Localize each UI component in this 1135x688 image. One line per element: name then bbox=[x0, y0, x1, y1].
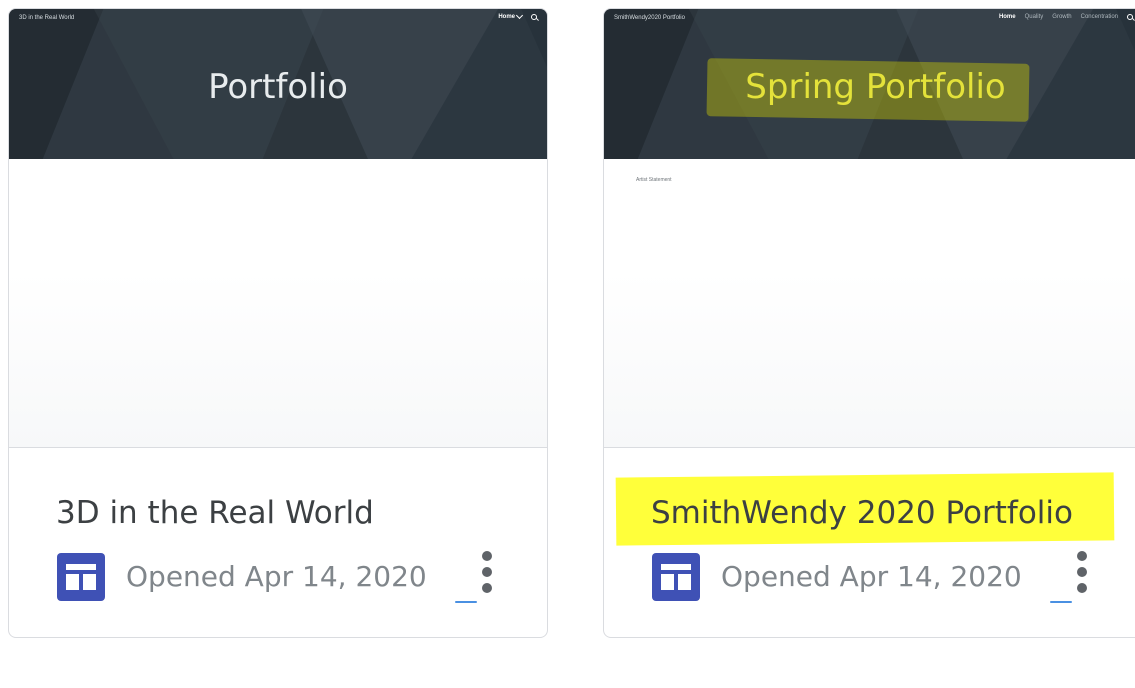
site-thumbnail[interactable]: 3D in the Real World Home Portfolio bbox=[9, 9, 547, 448]
opened-date: Opened Apr 14, 2020 bbox=[721, 560, 1022, 593]
site-banner-heading: Spring Portfolio bbox=[745, 67, 1006, 107]
focus-indicator bbox=[455, 601, 477, 603]
opened-date: Opened Apr 14, 2020 bbox=[126, 560, 427, 593]
chevron-down-icon bbox=[515, 11, 524, 20]
site-card[interactable]: 3D in the Real World Home Portfolio 3D i… bbox=[8, 8, 548, 638]
site-card[interactable]: SmithWendy2020 Portfolio Home Quality Gr… bbox=[603, 8, 1135, 638]
more-vert-icon bbox=[1077, 551, 1087, 561]
more-options-button[interactable] bbox=[474, 547, 500, 597]
site-nav-item-home: Home bbox=[498, 11, 524, 20]
more-vert-icon bbox=[482, 551, 492, 561]
site-nav-item-quality: Quality bbox=[1024, 14, 1044, 20]
site-banner: 3D in the Real World Home Portfolio bbox=[9, 9, 547, 159]
google-sites-icon bbox=[652, 553, 700, 601]
site-name: 3D in the Real World bbox=[19, 15, 75, 21]
site-banner: SmithWendy2020 Portfolio Home Quality Gr… bbox=[604, 9, 1135, 159]
search-icon bbox=[531, 14, 537, 20]
google-sites-icon bbox=[57, 553, 105, 601]
site-nav: Home Quality Growth Concentration bbox=[999, 14, 1133, 20]
site-nav-item-home: Home bbox=[998, 14, 1016, 20]
site-nav-item-growth: Growth bbox=[1052, 14, 1072, 20]
site-thumbnail[interactable]: SmithWendy2020 Portfolio Home Quality Gr… bbox=[604, 9, 1135, 448]
site-body-text: Artist Statement bbox=[636, 177, 672, 183]
site-banner-heading: Portfolio bbox=[208, 67, 348, 107]
search-icon bbox=[1127, 14, 1133, 20]
more-options-button[interactable] bbox=[1069, 547, 1095, 597]
site-nav-item-concentration: Concentration bbox=[1080, 14, 1118, 20]
site-nav: Home bbox=[498, 11, 537, 20]
document-title[interactable]: 3D in the Real World bbox=[56, 495, 496, 531]
document-title[interactable]: SmithWendy 2020 Portfolio bbox=[651, 495, 1091, 531]
site-name: SmithWendy2020 Portfolio bbox=[614, 15, 685, 21]
focus-indicator bbox=[1050, 601, 1072, 603]
